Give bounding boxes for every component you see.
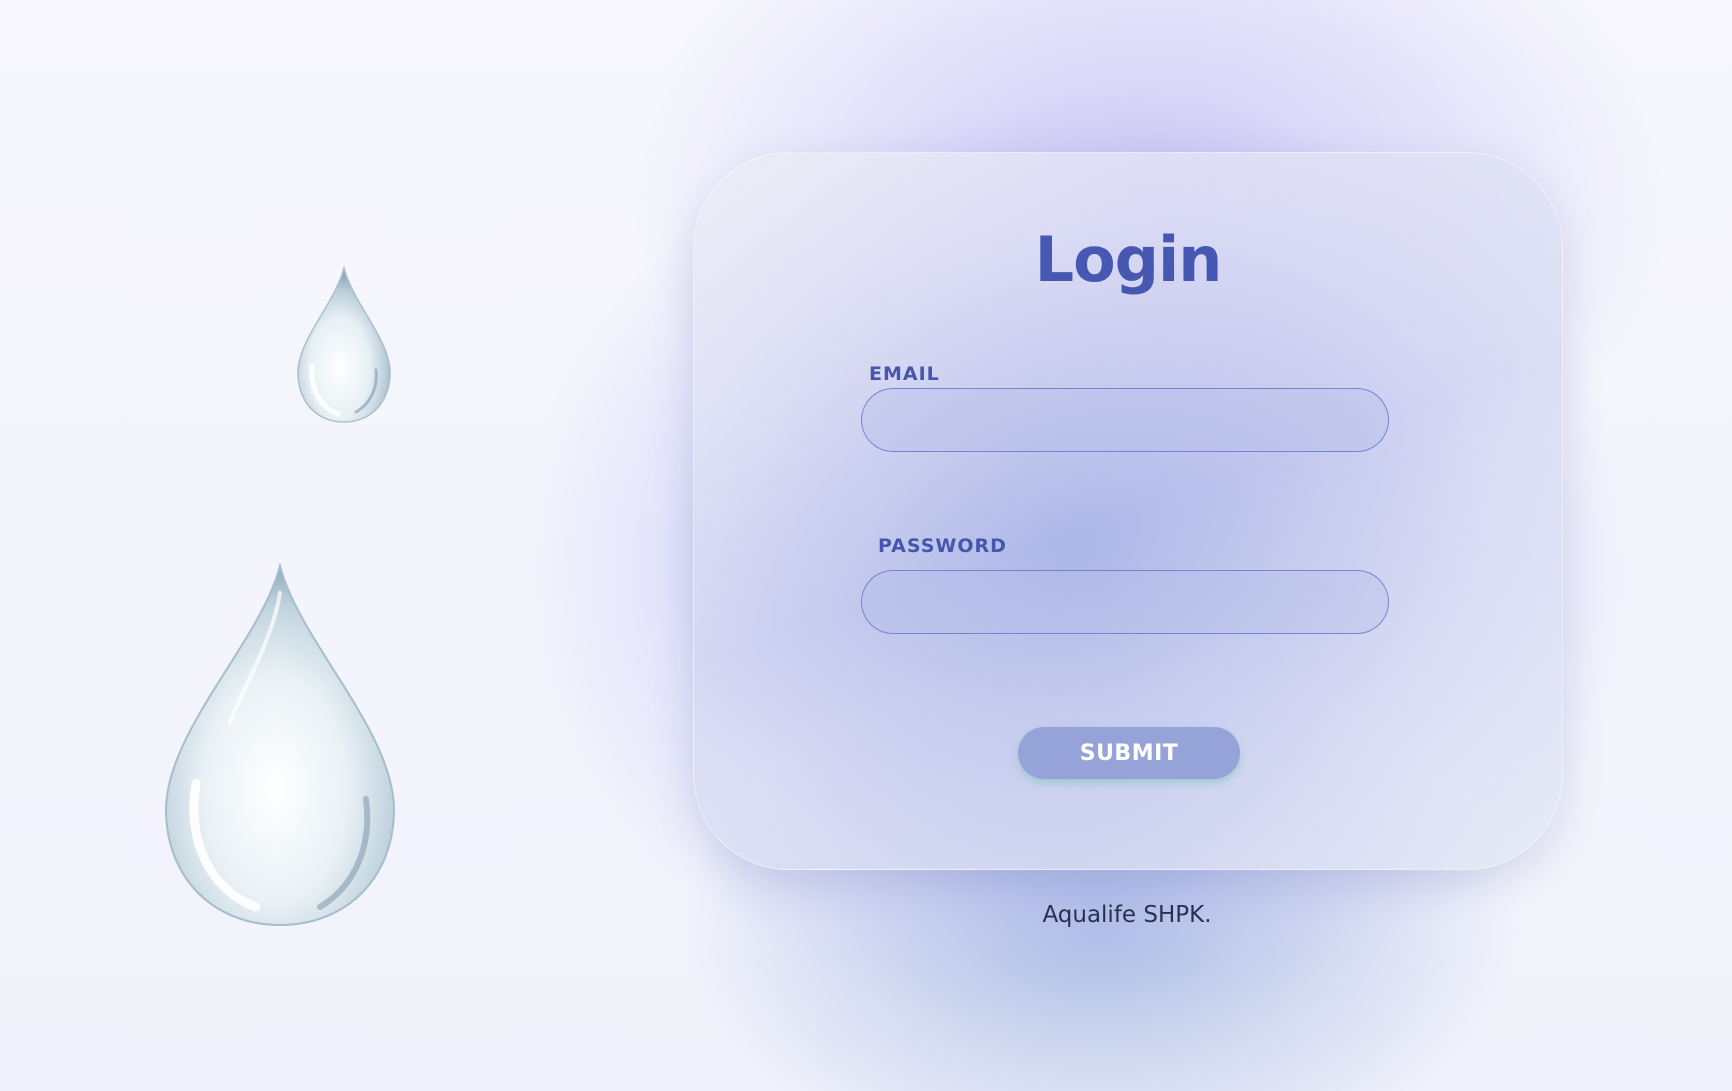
login-card: Login EMAIL PASSWORD SUBMIT [693,152,1563,870]
water-drop-icon [164,563,396,927]
water-drop-icon [297,266,391,423]
submit-button[interactable]: SUBMIT [1018,727,1240,779]
email-label: EMAIL [869,363,940,385]
email-input[interactable] [861,388,1389,452]
footer-company: Aqualife SHPK. [1042,902,1212,928]
login-title: Login [1034,223,1223,296]
password-label: PASSWORD [878,535,1007,557]
password-input[interactable] [861,570,1389,634]
